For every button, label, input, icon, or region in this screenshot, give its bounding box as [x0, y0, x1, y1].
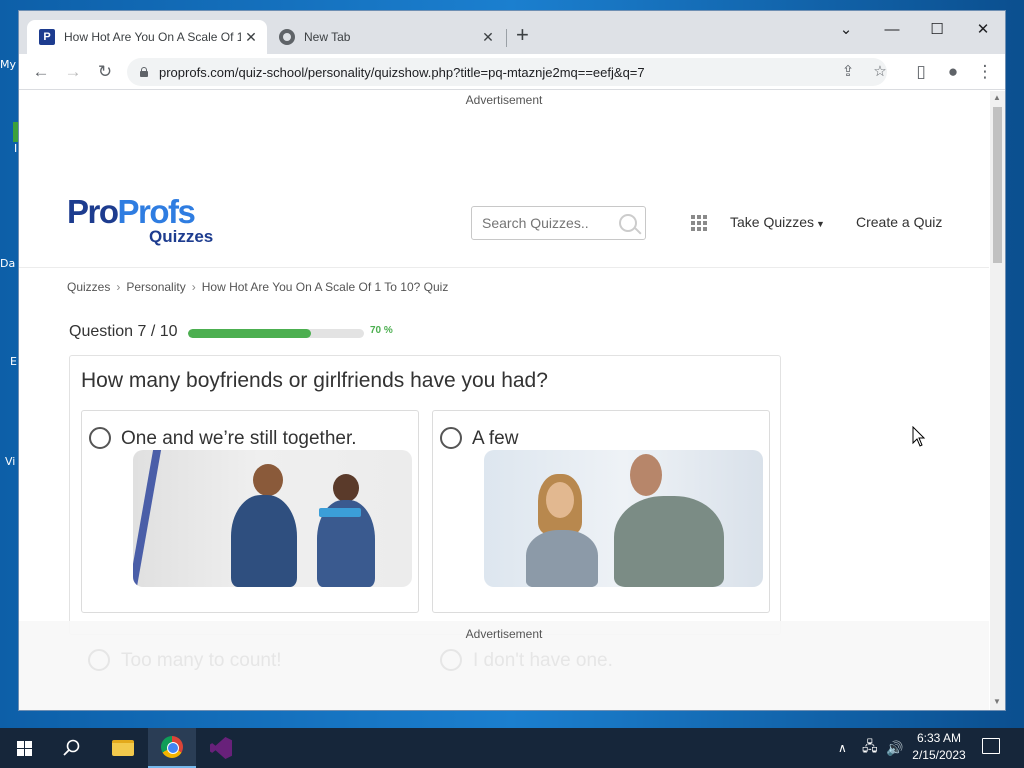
visual-studio-icon[interactable]: [198, 728, 244, 768]
radio-button[interactable]: [89, 427, 111, 449]
tab-strip: P How Hot Are You On A Scale Of 1 To 10?…: [19, 11, 1005, 54]
option-image-couple-talking[interactable]: [484, 450, 763, 587]
start-button[interactable]: [0, 728, 48, 768]
take-quizzes-menu[interactable]: Take Quizzes ▼: [730, 214, 825, 230]
logo-profs-text: Profs: [117, 193, 196, 230]
breadcrumb-current: How Hot Are You On A Scale Of 1 To 10? Q…: [201, 280, 449, 294]
search-box[interactable]: [471, 206, 646, 240]
scroll-up-arrow-icon[interactable]: ▲: [993, 93, 1001, 102]
desktop-icon-label[interactable]: My: [0, 58, 16, 71]
option-label[interactable]: A few: [472, 428, 518, 450]
share-icon[interactable]: ⇪: [834, 58, 862, 86]
create-quiz-link[interactable]: Create a Quiz: [856, 214, 942, 230]
reload-icon[interactable]: ↻: [91, 58, 119, 86]
show-hidden-icons-chevron-icon[interactable]: ∧: [838, 728, 847, 768]
taskbar-search-icon[interactable]: [50, 728, 94, 768]
volume-icon[interactable]: 🔊: [886, 728, 903, 768]
side-panel-icon[interactable]: ▯: [907, 58, 935, 86]
progress-fill: [188, 329, 312, 338]
close-tab-icon[interactable]: ✕: [241, 29, 261, 46]
answer-option-2[interactable]: A few: [432, 410, 770, 613]
breadcrumb: Quizzes › Personality › How Hot Are You On A…: [67, 280, 448, 294]
radio-button[interactable]: [440, 649, 462, 671]
browser-window: P How Hot Are You On A Scale Of 1 To 10?…: [18, 10, 1006, 711]
tab-quiz[interactable]: P How Hot Are You On A Scale Of 1 To 10?…: [27, 20, 267, 54]
option-label-faded[interactable]: I don't have one.: [473, 650, 613, 672]
clock-time: 6:33 AM: [916, 731, 962, 745]
breadcrumb-personality[interactable]: Personality: [126, 280, 185, 294]
url-text[interactable]: proprofs.com/quiz-school/personality/qui…: [159, 65, 645, 80]
close-window-button[interactable]: ✕: [968, 17, 998, 43]
system-clock[interactable]: 6:33 AM 2/15/2023: [905, 730, 973, 764]
tab-separator: [506, 29, 507, 47]
tab-title: How Hot Are You On A Scale Of 1 To 10? Q…: [64, 30, 241, 44]
scroll-down-arrow-icon[interactable]: ▼: [993, 697, 1001, 706]
caret-down-icon: ▼: [816, 219, 825, 229]
desktop-icon-label[interactable]: Vi: [5, 455, 15, 468]
tab-new-tab[interactable]: New Tab ✕: [269, 20, 504, 54]
desktop-icon-label[interactable]: Da: [0, 257, 15, 270]
scrollbar-thumb[interactable]: [993, 107, 1002, 263]
lock-icon[interactable]: [139, 67, 149, 77]
option-label-faded[interactable]: Too many to count!: [121, 650, 282, 672]
profile-avatar-icon[interactable]: ●: [939, 58, 967, 86]
logo-quizzes-text: Quizzes: [149, 227, 214, 246]
network-icon[interactable]: 🖧: [862, 728, 878, 768]
tab-title: New Tab: [304, 30, 351, 44]
option-label[interactable]: One and we’re still together.: [121, 428, 357, 450]
breadcrumb-separator: ›: [191, 280, 196, 294]
search-input[interactable]: [482, 215, 622, 231]
desktop-icon-label[interactable]: I: [14, 142, 17, 155]
search-icon[interactable]: [619, 214, 637, 232]
chrome-taskbar-icon[interactable]: [148, 728, 196, 768]
ladder-shape: [133, 450, 162, 587]
breadcrumb-separator: ›: [116, 280, 121, 294]
close-tab-icon[interactable]: ✕: [478, 29, 498, 46]
mouse-pointer-icon: [912, 426, 926, 447]
forward-arrow-icon[interactable]: →: [59, 58, 87, 86]
page-scrollbar[interactable]: ▲ ▼: [990, 91, 1005, 710]
question-text: How many boyfriends or girlfriends have …: [81, 369, 548, 392]
proprofs-favicon-icon: P: [39, 29, 55, 45]
address-bar[interactable]: proprofs.com/quiz-school/personality/qui…: [127, 58, 887, 86]
taskbar: ∧ 🖧 🔊 6:33 AM 2/15/2023: [0, 728, 1024, 768]
apps-grid-icon[interactable]: [691, 215, 707, 231]
maximize-button[interactable]: ☐: [922, 17, 952, 43]
desktop-icon-label[interactable]: E: [10, 355, 17, 368]
minimize-button[interactable]: —: [877, 17, 907, 43]
bookmark-star-icon[interactable]: ☆: [866, 58, 894, 86]
header-divider: [19, 267, 989, 268]
notifications-icon[interactable]: [982, 738, 1000, 754]
back-arrow-icon[interactable]: ←: [27, 58, 55, 86]
option-image-couple-painting[interactable]: [133, 450, 412, 587]
radio-button[interactable]: [88, 649, 110, 671]
advertisement-label: Advertisement: [465, 627, 543, 641]
radio-button[interactable]: [440, 427, 462, 449]
page-viewport: Advertisement ProProfs Quizzes Take Quiz…: [19, 91, 989, 710]
file-explorer-icon[interactable]: [100, 728, 146, 768]
new-tab-button[interactable]: +: [516, 24, 529, 46]
progress-bar: [188, 329, 364, 338]
proprofs-logo[interactable]: ProProfs Quizzes: [67, 193, 213, 246]
chrome-favicon-icon: [279, 29, 295, 45]
progress-percent: 70 %: [370, 325, 393, 336]
windows-logo-icon: [16, 740, 32, 756]
advertisement-label: Advertisement: [465, 93, 543, 107]
answer-option-1[interactable]: One and we’re still together.: [81, 410, 419, 613]
tab-search-dropdown-icon[interactable]: ⌄: [831, 17, 861, 43]
menu-kebab-icon[interactable]: ⋮: [971, 58, 999, 86]
question-counter: Question 7 / 10: [69, 323, 178, 340]
take-quizzes-label: Take Quizzes: [730, 214, 815, 230]
browser-toolbar: ← → ↻ proprofs.com/quiz-school/personali…: [19, 54, 1005, 90]
logo-pro-text: Pro: [67, 193, 119, 230]
breadcrumb-quizzes[interactable]: Quizzes: [67, 280, 110, 294]
clock-date: 2/15/2023: [912, 748, 966, 762]
